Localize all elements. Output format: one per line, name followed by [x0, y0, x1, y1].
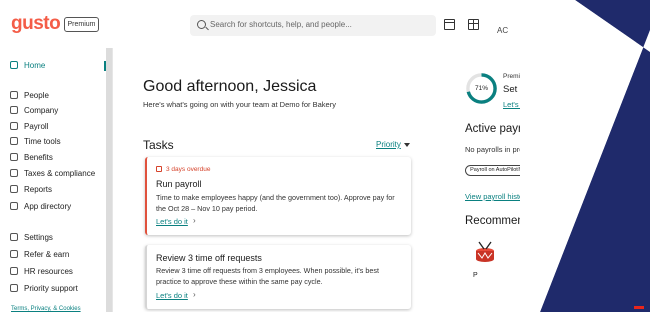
- page-title: Good afternoon, Jessica: [143, 78, 317, 95]
- gear-icon: [10, 233, 18, 241]
- setup-progress-label: 71%: [474, 85, 488, 92]
- task-description: Review 3 time off requests from 3 employ…: [156, 266, 379, 286]
- sidebar: Home People Company Payroll Time tools B…: [0, 48, 113, 312]
- recording-indicator: [634, 306, 644, 309]
- task-title: Run payroll: [156, 179, 202, 189]
- sidebar-item-app-directory[interactable]: App directory: [10, 202, 71, 211]
- sidebar-item-people[interactable]: People: [10, 91, 49, 100]
- sidebar-item-priority-support[interactable]: Priority support: [10, 284, 78, 293]
- home-icon: [10, 61, 18, 69]
- sidebar-scrollbar[interactable]: [106, 48, 112, 312]
- chevron-right-icon: ›: [193, 290, 196, 299]
- gusto-logo[interactable]: gusto: [11, 13, 61, 35]
- plan-badge: Premium: [64, 17, 99, 32]
- sidebar-item-payroll[interactable]: Payroll: [10, 122, 48, 131]
- page-subtitle: Here's what's going on with your team at…: [143, 100, 336, 109]
- clock-icon: [10, 137, 18, 145]
- sidebar-item-company[interactable]: Company: [10, 106, 58, 115]
- chevron-right-icon: ›: [540, 99, 543, 108]
- task-card-run-payroll[interactable]: 3 days overdue Run payroll Time to make …: [145, 157, 411, 235]
- tasks-heading: Tasks: [143, 138, 174, 152]
- search-input[interactable]: Search for shortcuts, help, and people..…: [190, 15, 436, 36]
- sidebar-item-reports[interactable]: Reports: [10, 185, 52, 194]
- payroll-history-link[interactable]: View payroll history: [465, 192, 529, 201]
- recommendation-label: P: [473, 272, 478, 279]
- plan-setup-title: Set up your ac: [503, 84, 565, 95]
- sidebar-item-time-tools[interactable]: Time tools: [10, 137, 61, 146]
- active-payrolls-status: No payrolls in progress.: [465, 145, 544, 154]
- sort-dropdown[interactable]: Priority: [376, 140, 401, 149]
- sidebar-item-refer[interactable]: Refer & earn: [10, 250, 69, 259]
- hr-icon: [10, 267, 18, 275]
- support-icon: [10, 284, 18, 292]
- taxes-icon: [10, 169, 18, 177]
- people-icon: [10, 91, 18, 99]
- sidebar-item-settings[interactable]: Settings: [10, 233, 53, 242]
- drum-icon: [476, 241, 494, 262]
- apps-icon: [10, 202, 18, 210]
- sidebar-item-home[interactable]: Home: [10, 61, 45, 70]
- autopilot-status-badge[interactable]: Payroll on AutoPilot® is OFF: [465, 165, 545, 176]
- recommended-heading: Recommende: [465, 215, 537, 227]
- task-title: Review 3 time off requests: [156, 253, 262, 263]
- info-icon[interactable]: i: [549, 166, 558, 175]
- sidebar-item-hr-resources[interactable]: HR resources: [10, 267, 73, 276]
- task-description: Time to make employees happy (and the go…: [156, 193, 395, 213]
- overdue-badge: 3 days overdue: [156, 166, 210, 173]
- company-icon: [10, 106, 18, 114]
- search-icon: [197, 20, 206, 29]
- task-action-link[interactable]: Let's do it: [156, 291, 188, 300]
- benefits-icon: [10, 153, 18, 161]
- gift-icon[interactable]: [468, 19, 479, 30]
- search-placeholder: Search for shortcuts, help, and people..…: [210, 20, 352, 29]
- account-menu[interactable]: AC: [497, 26, 508, 35]
- sidebar-item-taxes[interactable]: Taxes & compliance: [10, 169, 95, 178]
- plan-label: Premium plan: [503, 73, 544, 80]
- plan-setup-link[interactable]: Let's do it: [503, 100, 535, 109]
- task-action-link[interactable]: Let's do it: [156, 217, 188, 226]
- reports-icon: [10, 185, 18, 193]
- legal-links[interactable]: Terms, Privacy, & Cookies: [11, 306, 81, 312]
- chevron-right-icon: ›: [193, 216, 196, 225]
- chevron-down-icon[interactable]: [404, 143, 410, 147]
- sidebar-item-benefits[interactable]: Benefits: [10, 153, 53, 162]
- calendar-icon: [156, 166, 162, 172]
- active-payrolls-heading: Active payrolls: [465, 123, 540, 135]
- task-card-time-off[interactable]: Review 3 time off requests Review 3 time…: [145, 245, 411, 309]
- calendar-icon[interactable]: [444, 19, 455, 30]
- payroll-icon: [10, 122, 18, 130]
- refer-icon: [10, 250, 18, 258]
- top-bar: gusto Premium Search for shortcuts, help…: [0, 0, 520, 48]
